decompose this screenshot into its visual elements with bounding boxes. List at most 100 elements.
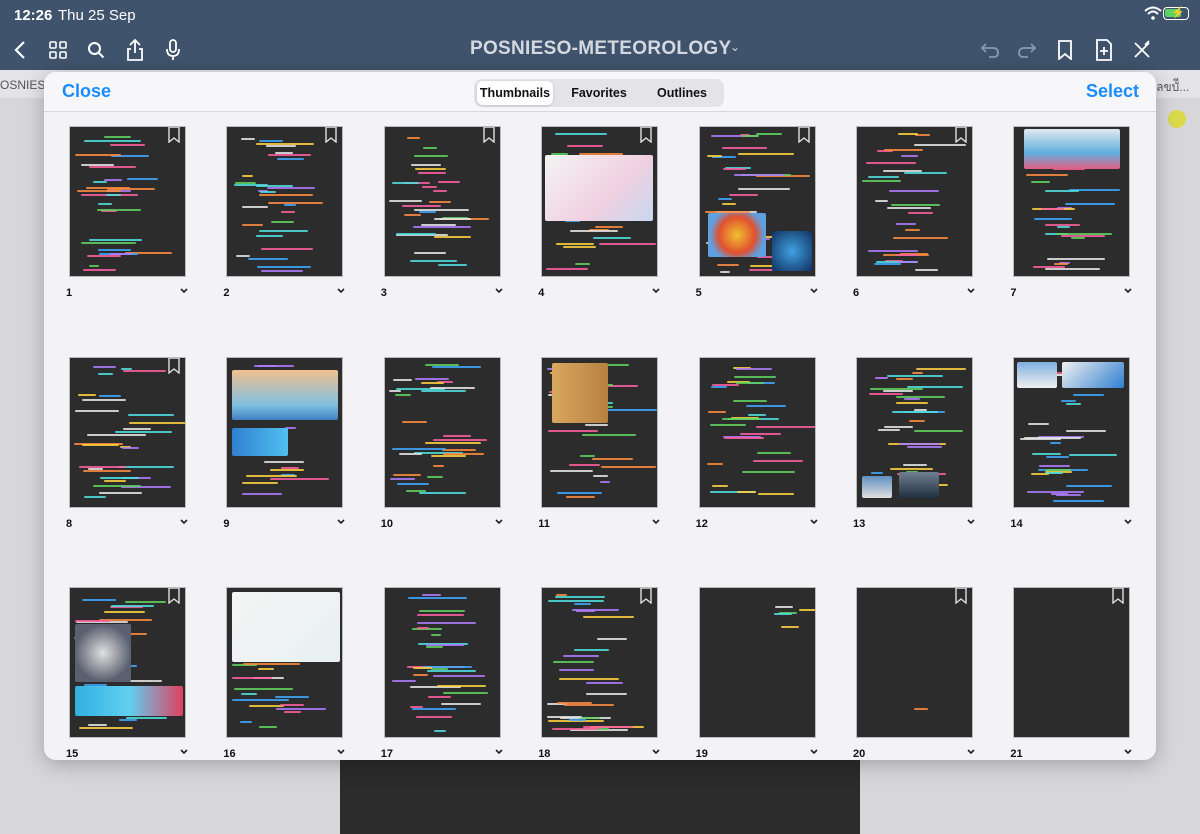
- page-thumbnail[interactable]: [383, 126, 501, 277]
- page-thumbnail-cell[interactable]: 1: [44, 113, 188, 299]
- page-thumbnail-cell[interactable]: 20: [831, 574, 975, 760]
- close-pen-icon[interactable]: [1128, 36, 1156, 64]
- chevron-down-icon[interactable]: [335, 516, 347, 528]
- chevron-down-icon[interactable]: [650, 285, 662, 297]
- chevron-down-icon[interactable]: [965, 746, 977, 758]
- undo-icon[interactable]: [976, 36, 1004, 64]
- share-icon[interactable]: [121, 36, 149, 64]
- chevron-down-icon[interactable]: [335, 285, 347, 297]
- select-button[interactable]: Select: [1086, 81, 1139, 102]
- chevron-down-icon[interactable]: [178, 516, 190, 528]
- page-thumbnail[interactable]: [69, 356, 186, 508]
- bookmark-icon[interactable]: [1112, 588, 1125, 604]
- chevron-down-icon[interactable]: [808, 746, 820, 758]
- chevron-down-icon[interactable]: ⌄: [730, 40, 740, 54]
- redo-icon[interactable]: [1013, 36, 1041, 64]
- page-thumbnail-cell[interactable]: 4: [516, 113, 660, 299]
- page-thumbnail[interactable]: [856, 356, 973, 508]
- chevron-down-icon[interactable]: [493, 285, 505, 297]
- bookmark-icon[interactable]: [640, 588, 652, 604]
- chevron-down-icon[interactable]: [650, 746, 662, 758]
- page-thumbnail-cell[interactable]: 17: [359, 574, 503, 760]
- page-thumbnail[interactable]: [383, 587, 501, 738]
- bookmark-icon[interactable]: [168, 357, 180, 374]
- note-stroke: [77, 394, 96, 397]
- page-thumbnail-cell[interactable]: 11: [516, 344, 660, 530]
- chevron-down-icon[interactable]: [650, 516, 662, 528]
- note-stroke: [406, 136, 420, 139]
- bookmark-icon[interactable]: [955, 127, 967, 143]
- page-thumbnail[interactable]: [698, 356, 816, 508]
- document-title[interactable]: POSNIESO-METEOROLOGY: [470, 38, 731, 60]
- add-page-icon[interactable]: [1090, 36, 1118, 64]
- bookmark-icon[interactable]: [797, 127, 810, 143]
- bookmark-icon[interactable]: [640, 127, 652, 143]
- bookmark-icon[interactable]: [483, 127, 495, 143]
- page-thumbnail[interactable]: [1013, 126, 1131, 277]
- chevron-down-icon[interactable]: [335, 746, 347, 758]
- tab-thumbnails[interactable]: Thumbnails: [477, 81, 553, 105]
- note-stroke: [1065, 403, 1081, 406]
- tab-favorites[interactable]: Favorites: [560, 81, 638, 105]
- page-thumbnail-cell[interactable]: 14: [988, 344, 1132, 530]
- bookmark-icon[interactable]: [1051, 36, 1079, 64]
- grid-icon[interactable]: [44, 36, 72, 64]
- search-icon[interactable]: [82, 36, 110, 64]
- page-thumbnail[interactable]: [226, 126, 344, 277]
- bookmark-icon[interactable]: [168, 588, 180, 604]
- page-thumbnail-cell[interactable]: 6: [831, 113, 975, 299]
- back-icon[interactable]: [6, 36, 34, 64]
- chevron-down-icon[interactable]: [965, 285, 977, 297]
- note-stroke: [1070, 237, 1086, 240]
- page-thumbnail[interactable]: [226, 356, 344, 508]
- page-number: 10: [380, 517, 394, 530]
- chevron-down-icon[interactable]: [178, 746, 190, 758]
- chevron-down-icon[interactable]: [1122, 516, 1134, 528]
- page-thumbnail-cell[interactable]: 3: [359, 113, 503, 299]
- page-thumbnail-cell[interactable]: 10: [359, 344, 503, 530]
- page-thumbnail[interactable]: [1013, 587, 1131, 738]
- note-stroke: [428, 696, 452, 699]
- page-thumbnail[interactable]: [383, 356, 501, 508]
- chevron-down-icon[interactable]: [808, 285, 820, 297]
- chevron-down-icon[interactable]: [965, 516, 977, 528]
- close-button[interactable]: Close: [62, 81, 111, 102]
- page-thumbnail-cell[interactable]: 5: [674, 113, 818, 299]
- bookmark-icon[interactable]: [168, 127, 180, 143]
- page-thumbnail-cell[interactable]: 12: [674, 344, 818, 530]
- chevron-down-icon[interactable]: [1122, 746, 1134, 758]
- page-thumbnail-cell[interactable]: 18: [516, 574, 660, 760]
- page-thumbnail[interactable]: [698, 587, 816, 738]
- page-thumbnail-cell[interactable]: 13: [831, 344, 975, 530]
- chevron-down-icon[interactable]: [493, 746, 505, 758]
- bookmark-icon[interactable]: [325, 127, 338, 143]
- microphone-icon[interactable]: [159, 36, 187, 64]
- page-thumbnail-cell[interactable]: 15: [44, 574, 188, 760]
- chevron-down-icon[interactable]: [493, 516, 505, 528]
- note-stroke: [109, 606, 143, 609]
- page-thumbnail[interactable]: [541, 126, 659, 277]
- page-thumbnail-cell[interactable]: 19: [674, 574, 818, 760]
- page-thumbnail[interactable]: [69, 587, 186, 738]
- page-thumbnail-cell[interactable]: 8: [44, 344, 188, 530]
- page-thumbnail[interactable]: [698, 126, 816, 277]
- page-thumbnail[interactable]: [1013, 356, 1131, 508]
- note-stroke: [411, 708, 457, 711]
- chevron-down-icon[interactable]: [808, 516, 820, 528]
- chevron-down-icon[interactable]: [1122, 285, 1134, 297]
- page-thumbnail[interactable]: [856, 126, 973, 277]
- page-thumbnail[interactable]: [541, 356, 659, 508]
- page-thumbnail[interactable]: [856, 587, 973, 738]
- page-thumbnail-cell[interactable]: 9: [201, 344, 345, 530]
- page-thumbnail-cell[interactable]: 16: [201, 574, 345, 760]
- page-thumbnail-cell[interactable]: 21: [988, 574, 1132, 760]
- page-thumbnail[interactable]: [226, 587, 344, 738]
- page-thumbnail[interactable]: [541, 587, 659, 738]
- page-thumbnail[interactable]: [69, 126, 186, 277]
- tab-outlines[interactable]: Outlines: [644, 81, 720, 105]
- note-stroke: [99, 491, 143, 494]
- bookmark-icon[interactable]: [955, 588, 967, 604]
- page-thumbnail-cell[interactable]: 2: [201, 113, 345, 299]
- chevron-down-icon[interactable]: [178, 285, 190, 297]
- page-thumbnail-cell[interactable]: 7: [988, 113, 1132, 299]
